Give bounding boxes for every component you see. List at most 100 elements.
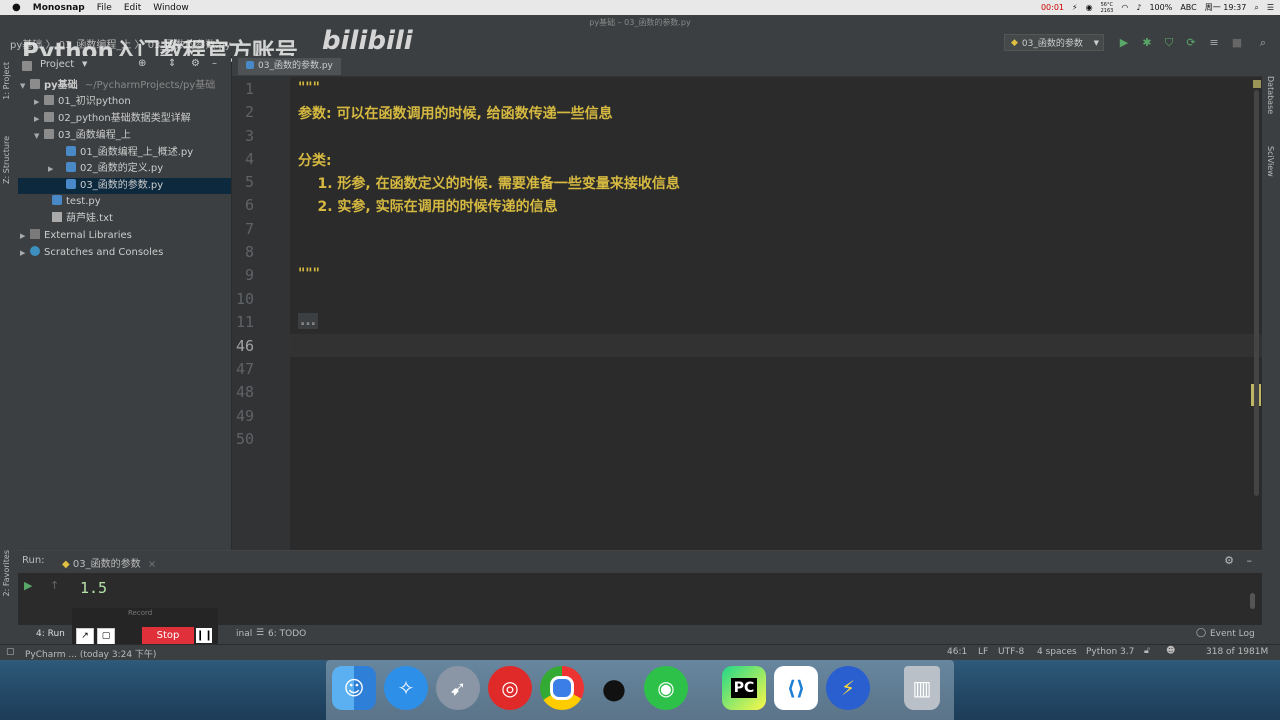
tree-item-selected[interactable]: 03_函数的参数.py — [18, 178, 231, 194]
stop-icon[interactable]: ■ — [1230, 36, 1244, 50]
spotlight-icon[interactable]: ⌕ — [1254, 3, 1258, 13]
menu-window[interactable]: Window — [153, 3, 189, 13]
status-message[interactable]: PyCharm ... (today 3:24 下午) — [25, 647, 156, 660]
inspector-icon[interactable]: ☻ — [1166, 646, 1175, 656]
chevron-down-icon[interactable]: ▼ — [82, 60, 87, 68]
apple-icon[interactable]: ● — [12, 2, 21, 13]
layout-icon[interactable]: ▢ — [6, 647, 15, 657]
gear-icon[interactable]: ⚙ — [1224, 554, 1234, 567]
tree-item[interactable]: ▼ 03_函数编程_上 — [34, 128, 131, 144]
battery-label[interactable]: 100% — [1149, 3, 1172, 12]
run-scrollbar[interactable] — [1250, 593, 1255, 609]
temp-readout: 56°C 2163 — [1100, 1, 1114, 14]
debug-icon[interactable]: ✱ — [1140, 36, 1154, 50]
input-source[interactable]: ABC — [1180, 3, 1196, 12]
wechat-status-icon[interactable]: ◉ — [1086, 3, 1093, 12]
stop-record-button[interactable]: Stop — [142, 627, 194, 644]
chrome-icon[interactable] — [540, 666, 584, 710]
caret-position[interactable]: 46:1 — [947, 647, 967, 657]
run-config-select[interactable]: ◆ 03_函数的参数 ▼ — [1004, 34, 1104, 51]
menu-app-name[interactable]: Monosnap — [33, 3, 85, 13]
python-file-icon — [66, 179, 76, 189]
pycharm-icon[interactable]: PC — [722, 666, 766, 710]
chevron-right-icon: ▶ — [48, 165, 54, 173]
editor-scrollbar[interactable] — [1254, 90, 1259, 496]
menu-edit[interactable]: Edit — [124, 3, 141, 13]
notification-icon[interactable]: ☰ — [1267, 3, 1274, 12]
run-icon[interactable]: ▶ — [1117, 36, 1131, 50]
tab-run[interactable]: 4: Run — [36, 629, 65, 639]
lock-icon[interactable]: 🔓︎ — [1144, 646, 1150, 656]
chevron-down-icon: ▼ — [1093, 38, 1099, 47]
rerun-icon[interactable]: ▶ — [24, 579, 32, 592]
tab-structure[interactable]: Z: Structure — [2, 136, 11, 184]
tree-item[interactable]: ▶ External Libraries — [20, 228, 132, 244]
run-tab[interactable]: ◆ 03_函数的参数 × — [62, 555, 156, 570]
profile-icon[interactable]: ⟳ — [1184, 36, 1198, 50]
python-interpreter[interactable]: Python 3.7 — [1086, 647, 1134, 657]
folded-code[interactable]: ... — [298, 313, 318, 329]
tree-item-label: 01_初识python — [58, 96, 131, 107]
code-line: 2. 实参, 实际在调用的时候传递的信息 — [298, 199, 558, 215]
netease-music-icon[interactable]: ◎ — [488, 666, 532, 710]
tab-sciview[interactable]: SciView — [1266, 146, 1275, 177]
close-icon[interactable]: × — [148, 559, 156, 570]
thunder-icon[interactable]: ⚡ — [826, 666, 870, 710]
tree-item[interactable]: ▶ 01_初识python — [34, 94, 131, 110]
file-encoding[interactable]: UTF-8 — [998, 647, 1024, 657]
finder-icon[interactable]: ☺ — [332, 666, 376, 710]
gear-icon[interactable]: ⚙ — [191, 58, 200, 69]
tree-root[interactable]: ▼ py基础 ~/PycharmProjects/py基础 — [20, 78, 215, 94]
event-log-icon: ◯ — [1196, 628, 1207, 638]
project-view-select[interactable]: Project — [40, 59, 74, 70]
record-title: Record — [128, 609, 153, 617]
tab-favorites[interactable]: 2: Favorites — [2, 550, 11, 596]
pause-icon[interactable]: ❙❙ — [196, 628, 213, 643]
pen-icon[interactable]: ↗ — [76, 628, 94, 645]
left-tool-strip: 1: Project Z: Structure 2: Favorites — [0, 56, 19, 644]
tree-item[interactable]: ▶ Scratches and Consoles — [20, 245, 163, 261]
launchpad-icon[interactable]: ➹ — [436, 666, 480, 710]
safari-icon[interactable]: ✧ — [384, 666, 428, 710]
wechat-icon[interactable]: ◉ — [644, 666, 688, 710]
bolt-icon[interactable]: ⚡ — [1072, 3, 1078, 12]
search-icon[interactable]: ⌕ — [1256, 36, 1270, 50]
hide-icon[interactable]: – — [212, 58, 217, 69]
window-icon[interactable]: ▢ — [97, 628, 115, 645]
tab-event-log[interactable]: Event Log — [1210, 629, 1255, 639]
memory-indicator[interactable]: 318 of 1981M — [1206, 647, 1268, 657]
editor-tab[interactable]: 03_函数的参数.py — [238, 58, 341, 75]
tree-item[interactable]: 葫芦娃.txt — [52, 211, 113, 227]
line-separator[interactable]: LF — [978, 647, 988, 657]
scroll-marker[interactable] — [1253, 80, 1261, 88]
hide-icon[interactable]: – — [1247, 554, 1253, 567]
qq-icon[interactable]: ● — [592, 666, 636, 710]
record-timer[interactable]: 00:01 — [1041, 3, 1064, 12]
clock[interactable]: 周一 19:37 — [1205, 2, 1247, 13]
code-editor[interactable]: """ 参数: 可以在函数调用的时候, 给函数传递一些信息 分类: 1. 形参,… — [290, 76, 1262, 550]
indent-setting[interactable]: 4 spaces — [1037, 647, 1077, 657]
build-icon[interactable]: ≡ — [1207, 36, 1221, 50]
tab-project[interactable]: 1: Project — [2, 62, 11, 100]
up-icon[interactable]: ↑ — [50, 579, 59, 592]
tree-item[interactable]: ▶ 02_python基础数据类型详解 — [34, 111, 191, 127]
wifi-icon[interactable]: ◠ — [1121, 3, 1128, 12]
collapse-icon[interactable]: ⇕ — [168, 58, 176, 69]
editor-tab-bar: 03_函数的参数.py — [232, 56, 1262, 77]
code-line: 1. 形参, 在函数定义的时候. 需要准备一些变量来接收信息 — [298, 176, 680, 192]
locate-icon[interactable]: ⊕ — [138, 58, 146, 69]
project-panel: Project ▼ ⊕ ⇕ ⚙ – ▼ py基础 ~/PycharmProject… — [18, 56, 231, 550]
menu-file[interactable]: File — [97, 3, 112, 13]
volume-icon[interactable]: ♪ — [1136, 3, 1141, 12]
vscode-icon[interactable]: ⟨⟩ — [774, 666, 818, 710]
trash-icon[interactable]: ▥ — [904, 666, 940, 710]
tree-item[interactable]: 01_函数编程_上_概述.py — [66, 145, 193, 161]
tree-item-label: 03_函数编程_上 — [58, 130, 131, 141]
tree-item[interactable]: test.py — [52, 194, 101, 210]
library-icon — [30, 229, 40, 239]
tab-todo[interactable]: 6: TODO — [268, 629, 306, 639]
tree-item[interactable]: ▶ 02_函数的定义.py — [48, 161, 163, 177]
tab-database[interactable]: Database — [1266, 76, 1275, 114]
coverage-icon[interactable]: ⛉ — [1162, 36, 1176, 50]
tab-terminal[interactable]: inal — [236, 629, 252, 639]
